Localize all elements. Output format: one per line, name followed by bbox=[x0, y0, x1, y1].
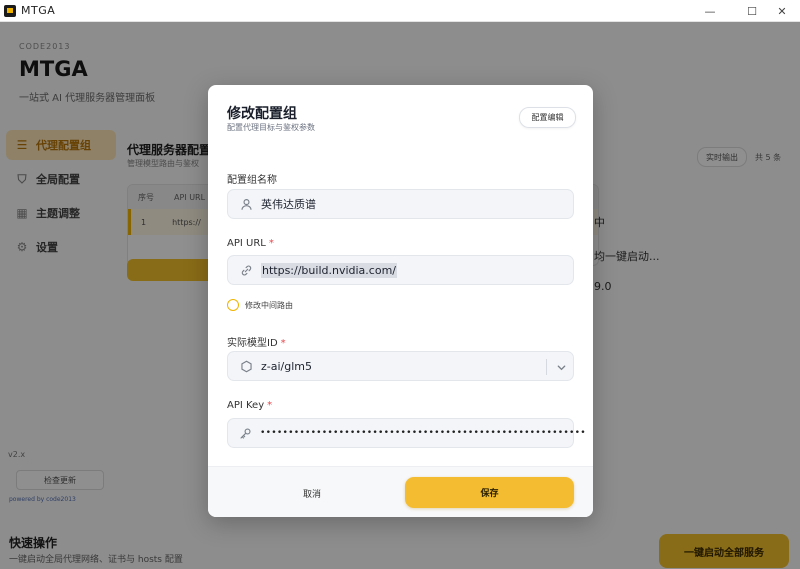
group-name-input[interactable]: 英伟达质谱 bbox=[227, 189, 574, 219]
dialog-subtitle: 配置代理目标与鉴权参数 bbox=[227, 123, 315, 132]
middle-route-label: 修改中间路由 bbox=[245, 300, 293, 310]
close-window-button[interactable]: ✕ bbox=[764, 0, 800, 22]
api-url-label: API URL * bbox=[227, 238, 274, 249]
radio-button[interactable] bbox=[227, 299, 239, 311]
config-edit-button[interactable]: 配置编辑 bbox=[519, 107, 576, 128]
link-icon bbox=[239, 264, 253, 277]
chevron-down-icon[interactable] bbox=[554, 360, 568, 374]
api-url-input[interactable]: https://build.nvidia.com/ bbox=[227, 255, 574, 285]
edit-config-group-dialog: 修改配置组 配置代理目标与鉴权参数 配置编辑 配置组名称 英伟达质谱 API U… bbox=[208, 85, 593, 517]
required-mark: * bbox=[267, 400, 273, 411]
model-id-label: 实际模型ID * bbox=[227, 338, 286, 349]
required-mark: * bbox=[280, 338, 286, 349]
middle-route-option[interactable]: 修改中间路由 bbox=[227, 299, 293, 311]
window-titlebar: MTGA — ☐ ✕ bbox=[0, 0, 800, 22]
model-id-select[interactable]: z-ai/glm5 bbox=[227, 351, 574, 381]
key-icon bbox=[239, 427, 252, 440]
dialog-title: 修改配置组 bbox=[227, 106, 297, 122]
required-mark: * bbox=[268, 238, 274, 249]
model-id-value: z-ai/glm5 bbox=[261, 359, 312, 373]
group-name-label: 配置组名称 bbox=[227, 175, 277, 186]
select-divider bbox=[546, 359, 547, 375]
window-title: MTGA bbox=[21, 4, 56, 17]
api-url-value: https://build.nvidia.com/ bbox=[261, 262, 397, 278]
user-icon bbox=[239, 198, 253, 211]
app-logo-icon bbox=[4, 4, 16, 17]
hexagon-icon bbox=[239, 360, 253, 373]
minimize-button[interactable]: — bbox=[692, 0, 728, 22]
cancel-button[interactable]: 取消 bbox=[227, 478, 397, 508]
api-key-value: ••••••••••••••••••••••••••••••••••••••••… bbox=[260, 428, 586, 438]
save-button[interactable]: 保存 bbox=[405, 477, 574, 508]
api-key-label: API Key * bbox=[227, 400, 273, 411]
api-key-input[interactable]: ••••••••••••••••••••••••••••••••••••••••… bbox=[227, 418, 586, 448]
dialog-footer: 取消 保存 bbox=[208, 466, 593, 517]
group-name-value: 英伟达质谱 bbox=[261, 198, 316, 211]
